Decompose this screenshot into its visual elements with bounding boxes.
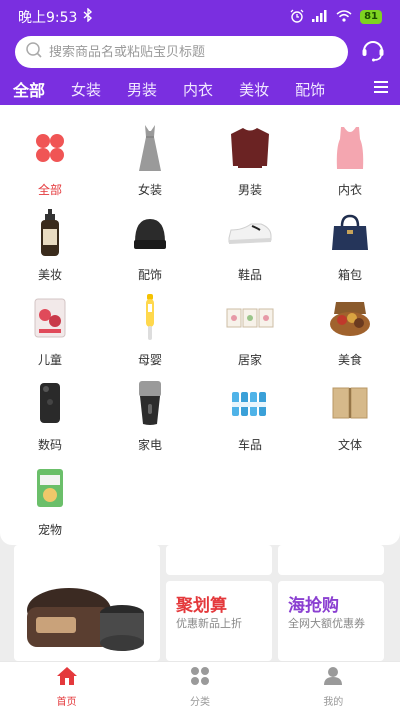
promo-title: 海抢购: [288, 596, 339, 616]
category-label: 宠物: [37, 523, 62, 537]
tab-womens[interactable]: 女装: [58, 79, 114, 100]
alarm-icon: [290, 9, 304, 26]
category-beauty[interactable]: 美妆: [0, 208, 100, 293]
product-thumb[interactable]: [278, 545, 384, 575]
category-label: 车品: [237, 438, 262, 452]
category-label: 女装: [137, 183, 162, 197]
picture-frames-icon: [225, 293, 275, 343]
category-label: 家电: [137, 438, 162, 452]
category-all[interactable]: 全部: [0, 123, 100, 208]
customer-service-icon[interactable]: [360, 37, 386, 67]
tab-all[interactable]: 全部: [0, 77, 58, 101]
category-label: 配饰: [137, 268, 162, 282]
sweater-icon: [225, 123, 275, 173]
category-label: 母婴: [137, 353, 162, 367]
nav-category[interactable]: 分类: [133, 662, 266, 711]
category-pets[interactable]: 宠物: [0, 463, 100, 548]
category-accessories[interactable]: 配饰: [100, 208, 200, 293]
category-kids[interactable]: 儿童: [0, 293, 100, 378]
lotion-bottle-icon: [25, 208, 75, 258]
thermometer-icon: [125, 293, 175, 343]
bottom-nav: 首页 分类 我的: [0, 661, 400, 711]
promo-subtitle: 优惠新品上折: [176, 617, 242, 630]
tab-beauty[interactable]: 美妆: [226, 79, 282, 100]
water-bottles-icon: [225, 378, 275, 428]
category-label: 居家: [237, 353, 262, 367]
clover-icon: [25, 123, 75, 173]
category-auto[interactable]: 车品: [200, 378, 300, 463]
promo-subtitle: 全网大额优惠券: [288, 617, 365, 630]
nav-label: 我的: [323, 696, 344, 708]
beanie-icon: [125, 208, 175, 258]
snack-basket-icon: [325, 293, 375, 343]
promo-title: 聚划算: [176, 596, 227, 616]
search-box[interactable]: [15, 36, 348, 68]
battery-indicator: 81: [360, 10, 382, 24]
category-mens[interactable]: 男装: [200, 123, 300, 208]
category-home[interactable]: 居家: [200, 293, 300, 378]
tank-top-icon: [325, 123, 375, 173]
category-shoes[interactable]: 鞋品: [200, 208, 300, 293]
handbag-icon: [325, 208, 375, 258]
grid-icon: [190, 666, 210, 690]
status-bar: 晚上9:53 81: [0, 0, 400, 34]
nav-label: 分类: [189, 696, 210, 708]
sneaker-icon: [225, 208, 275, 258]
category-label: 男装: [237, 183, 262, 197]
category-appliances[interactable]: 家电: [100, 378, 200, 463]
category-label: 数码: [37, 438, 62, 452]
category-underwear[interactable]: 内衣: [300, 123, 400, 208]
phone-case-icon: [25, 378, 75, 428]
category-label: 儿童: [37, 353, 62, 367]
category-label: 内衣: [337, 183, 362, 197]
category-baby[interactable]: 母婴: [100, 293, 200, 378]
category-label: 箱包: [337, 268, 362, 282]
home-content: 聚划算 优惠新品上折 海抢购 全网大额优惠券: [0, 545, 400, 661]
promo-card[interactable]: 海抢购 全网大额优惠券: [278, 581, 384, 661]
header: 晚上9:53 81 全部: [0, 0, 400, 105]
user-icon: [323, 666, 343, 690]
category-food[interactable]: 美食: [300, 293, 400, 378]
nav-home[interactable]: 首页: [0, 662, 133, 711]
status-time: 晚上9:53: [18, 10, 78, 26]
kids-package-icon: [25, 293, 75, 343]
product-thumb[interactable]: [166, 545, 272, 575]
tab-accessories[interactable]: 配饰: [282, 79, 338, 100]
wifi-icon: [336, 9, 352, 25]
shaver-icon: [125, 378, 175, 428]
category-tabs: 全部 女装 男装 内衣 美妆 配饰: [0, 74, 400, 104]
pet-food-icon: [25, 463, 75, 513]
category-bags[interactable]: 箱包: [300, 208, 400, 293]
category-womens[interactable]: 女装: [100, 123, 200, 208]
signal-icon: [312, 9, 328, 25]
category-label: 全部: [37, 183, 62, 197]
search-icon: [25, 41, 43, 63]
tab-mens[interactable]: 男装: [114, 79, 170, 100]
menu-icon[interactable]: [374, 78, 388, 97]
home-icon: [56, 666, 78, 690]
category-label: 美食: [337, 353, 362, 367]
promo-card[interactable]: 聚划算 优惠新品上折: [166, 581, 272, 661]
dress-icon: [125, 123, 175, 173]
search-input[interactable]: [49, 44, 338, 60]
tab-underwear[interactable]: 内衣: [170, 79, 226, 100]
category-label: 鞋品: [237, 268, 262, 282]
notebook-icon: [325, 378, 375, 428]
rice-cooker-banner[interactable]: [14, 545, 160, 661]
category-stationery[interactable]: 文体: [300, 378, 400, 463]
category-digital[interactable]: 数码: [0, 378, 100, 463]
category-label: 美妆: [37, 268, 62, 282]
category-panel: 全部 女装 男装 内衣 美妆 配饰 鞋品 箱包 儿童 母婴 居家 美食 数码 家…: [0, 105, 400, 545]
bluetooth-icon: [83, 7, 93, 26]
nav-profile[interactable]: 我的: [267, 662, 400, 711]
category-label: 文体: [337, 438, 362, 452]
nav-label: 首页: [56, 696, 77, 708]
rice-cooker-icon: [27, 588, 144, 651]
